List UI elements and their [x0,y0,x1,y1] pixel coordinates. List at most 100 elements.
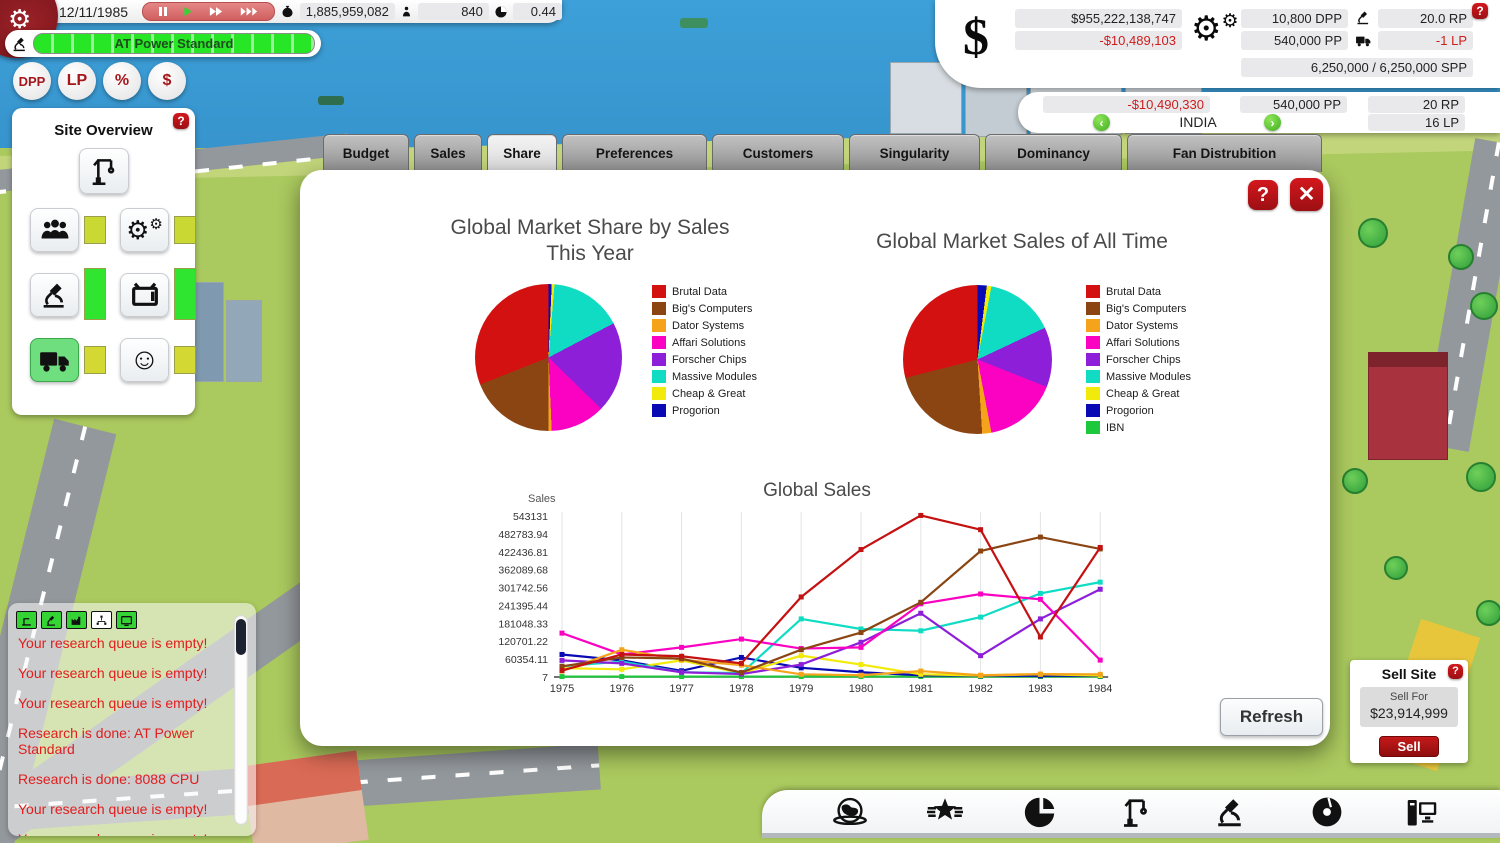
build-crane-button[interactable] [79,148,129,194]
y-tick-label: 241395.44 [498,600,548,612]
tab-customers[interactable]: Customers [712,134,844,172]
next-region-button[interactable]: › [1264,114,1281,131]
hardware-computer-icon[interactable] [1404,794,1440,830]
sell-button[interactable]: Sell [1379,736,1439,757]
dialog-help-button[interactable]: ? [1248,180,1278,210]
tab-budget[interactable]: Budget [323,134,409,172]
microscope-icon [39,279,71,311]
data-point [1038,616,1043,621]
staff-people-icon [38,213,72,247]
marketing-button[interactable] [120,273,169,317]
research-progress-label: AT Power Standard [34,34,314,53]
tab-singularity[interactable]: Singularity [849,134,980,172]
world-map-icon[interactable] [832,794,868,830]
x-tick-label: 1975 [550,683,574,695]
satisfaction-button[interactable]: ☺ [120,338,169,382]
x-tick-label: 1982 [968,683,992,695]
pause-button[interactable] [159,7,167,16]
data-point [1098,672,1103,677]
sell-site-help-button[interactable]: ? [1448,664,1463,679]
staff-button[interactable] [30,208,79,252]
data-point [918,600,923,605]
prev-region-button[interactable]: ‹ [1093,114,1110,131]
y-tick-label: 7 [542,672,548,684]
region-rp-value: 20 RP [1368,96,1465,113]
sell-for-label: Sell For [1360,691,1458,703]
legend-swatch [1086,387,1100,400]
legend-item: Massive Modules [1086,370,1191,383]
data-point [918,513,923,518]
data-point [1098,658,1103,663]
data-point [739,670,744,675]
production-button[interactable]: ⚙⚙ [120,208,169,252]
data-point [978,653,983,658]
finance-help-button[interactable]: ? [1472,3,1488,19]
tab-preferences[interactable]: Preferences [562,134,707,172]
production-indicator [174,216,196,244]
log-message: Your research queue is empty! [18,665,223,681]
x-tick-label: 1977 [669,683,693,695]
market-tabs: BudgetSalesSharePreferencesCustomersSing… [323,134,1322,172]
data-point [859,645,864,650]
dpp-value: 10,800 DPP [1241,9,1348,28]
all-time-sales-pie-chart [903,285,1052,434]
factory-icon[interactable] [66,611,87,629]
legend-item: Cheap & Great [1086,387,1191,400]
stats-icon[interactable] [91,611,112,629]
monitor-icon[interactable] [116,611,137,629]
data-point [560,668,565,673]
research-progress-bar[interactable]: AT Power Standard [5,30,321,57]
research-button[interactable] [30,273,79,317]
quick-button-dpp[interactable]: DPP [13,62,51,100]
region-bar: -$10,490,330 540,000 PP 20 RP ‹ INDIA › … [1018,92,1500,133]
quick-button-[interactable]: % [103,62,141,100]
dock-icon[interactable] [16,611,37,629]
tab-fan-distrubition[interactable]: Fan Distrubition [1127,134,1322,172]
dollar-icon: $ [963,8,989,67]
global-sales-line-chart: 543131482783.94422436.81362089.68301742.… [460,506,1140,706]
quick-button-[interactable]: $ [148,62,186,100]
research-microscope-icon[interactable] [1213,794,1249,830]
fan-star-icon[interactable] [927,794,963,830]
legend-item: Brutal Data [652,285,757,298]
fast-forward-button[interactable] [209,6,223,17]
scene-boat [318,96,344,105]
tree [1384,556,1408,580]
data-point [1038,672,1043,677]
tab-share[interactable]: Share [487,134,557,172]
data-point [918,669,923,674]
construction-crane-icon[interactable] [1118,794,1154,830]
legend-label: IBN [1106,422,1124,434]
legend-item: Forscher Chips [652,353,757,366]
message-log-scrollbar[interactable] [234,615,248,825]
quick-button-lp[interactable]: LP [58,62,96,100]
scrollbar-thumb[interactable] [236,619,246,655]
x-tick-label: 1984 [1088,683,1112,695]
money-value: 1,885,959,082 [300,3,395,20]
tv-icon [129,279,161,311]
play-button[interactable] [183,6,193,17]
legend-label: Massive Modules [1106,371,1191,383]
sell-price-box: Sell For $23,914,999 [1360,687,1458,727]
refresh-button[interactable]: Refresh [1220,698,1323,736]
tab-dominancy[interactable]: Dominancy [985,134,1122,172]
tab-sales[interactable]: Sales [414,134,482,172]
logistics-button[interactable] [30,338,79,382]
market-pie-icon[interactable] [1023,794,1059,830]
legend-label: Forscher Chips [672,354,747,366]
speed-controls [142,2,275,21]
data-point [859,673,864,678]
research-icon[interactable] [41,611,62,629]
scene-building-red [1368,352,1448,460]
research-icon [1355,9,1372,26]
data-point [799,594,804,599]
data-point [679,654,684,659]
lp-value: -1 LP [1378,31,1473,50]
x-tick-label: 1981 [909,683,933,695]
software-disc-icon[interactable] [1309,794,1345,830]
legend-swatch [1086,319,1100,332]
data-point [859,640,864,645]
dialog-close-button[interactable]: ✕ [1290,178,1323,211]
site-overview-help-button[interactable]: ? [173,113,189,129]
fastest-forward-button[interactable] [240,6,258,17]
